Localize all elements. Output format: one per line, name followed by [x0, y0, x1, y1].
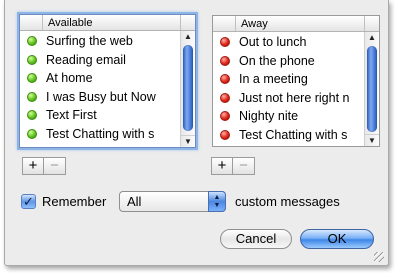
custom-messages-label: custom messages [235, 194, 340, 209]
scroll-down-arrow-icon[interactable]: ▼ [365, 134, 379, 146]
remember-checkbox[interactable]: ✓ [21, 194, 36, 209]
available-list[interactable]: Available Surfing the web Reading email At… [19, 14, 196, 148]
scroll-down-arrow-icon[interactable]: ▼ [181, 135, 195, 147]
available-status-dot-icon [27, 54, 37, 65]
available-scroll-thumb[interactable] [183, 45, 193, 131]
available-status-dot-icon [27, 110, 37, 120]
remove-away-button[interactable]: − [233, 157, 255, 175]
away-list-header: Away [213, 16, 379, 32]
list-item-label: I was Busy but Now [46, 89, 156, 104]
list-item-label: Just not here right n [239, 90, 350, 105]
away-rows: Out to lunch On the phone In a meeting Just… [213, 33, 364, 144]
remember-row: ✓ Remember All ▲ ▼ custom messages [21, 191, 381, 213]
list-item[interactable]: In a meeting [213, 70, 364, 89]
list-item-label: Test Chatting with s [239, 127, 348, 142]
list-item-label: Out to lunch [239, 35, 307, 49]
resize-grip-icon[interactable] [374, 252, 384, 262]
away-status-dot-icon [220, 111, 230, 121]
add-available-button[interactable]: + [22, 157, 44, 175]
available-status-dot-icon [27, 128, 37, 139]
available-list-header: Available [20, 15, 195, 31]
cancel-button[interactable]: Cancel [220, 229, 292, 249]
status-column-header[interactable] [213, 16, 236, 31]
list-item[interactable]: Surfing the web [20, 32, 180, 51]
add-away-button[interactable]: + [211, 157, 233, 175]
away-status-dot-icon [220, 92, 230, 103]
remember-count-popup[interactable]: All ▲ ▼ [119, 191, 226, 212]
header-corner [364, 16, 379, 31]
ok-button[interactable]: OK [300, 229, 374, 249]
list-item[interactable]: Test Chatting with s [213, 126, 364, 145]
list-item[interactable]: Text First [20, 106, 180, 125]
available-rows: Surfing the web Reading email At home I was… [20, 32, 180, 143]
away-scroll-thumb[interactable] [367, 46, 377, 132]
away-status-dot-icon [220, 37, 230, 47]
header-corner [180, 15, 195, 30]
status-column-header[interactable] [20, 15, 43, 30]
away-scrollbar[interactable]: ▲ ▲ ▼ [364, 32, 379, 146]
available-status-dot-icon [27, 73, 37, 83]
away-column-title[interactable]: Away [241, 16, 268, 32]
popup-arrows-icon: ▲ ▼ [208, 191, 226, 212]
list-item-label: In a meeting [239, 72, 308, 86]
list-item-label: Text First [46, 108, 97, 122]
away-list[interactable]: Away Out to lunch On the phone In a meetin… [212, 15, 380, 147]
scroll-up-arrow-icon[interactable]: ▲ [181, 31, 195, 43]
remember-label[interactable]: Remember [42, 193, 106, 211]
scroll-up-arrow-icon[interactable]: ▲ [365, 32, 379, 44]
away-status-dot-icon [220, 55, 230, 66]
available-status-dot-icon [27, 91, 37, 102]
available-column-title[interactable]: Available [48, 15, 92, 31]
list-item-label: At home [46, 71, 93, 85]
remove-available-button[interactable]: − [44, 157, 66, 175]
custom-messages-sheet: Available Surfing the web Reading email At… [4, 0, 389, 266]
list-item[interactable]: Test Chatting with s [20, 125, 180, 144]
list-item-label: Nighty nite [239, 109, 299, 123]
away-status-dot-icon [220, 129, 230, 140]
popup-selected-value: All [127, 194, 142, 209]
list-item[interactable]: Just not here right n [213, 89, 364, 108]
list-item-label: Reading email [46, 52, 126, 67]
available-scrollbar[interactable]: ▲ ▲ ▼ [180, 31, 195, 147]
list-item-label: On the phone [239, 53, 315, 68]
list-item[interactable]: Nighty nite [213, 107, 364, 126]
list-item-label: Test Chatting with s [46, 126, 155, 141]
list-item-label: Surfing the web [46, 34, 133, 48]
list-item[interactable]: I was Busy but Now [20, 88, 180, 107]
list-item[interactable]: On the phone [213, 52, 364, 71]
list-item[interactable]: At home [20, 69, 180, 88]
list-item[interactable]: Reading email [20, 51, 180, 70]
away-status-dot-icon [220, 74, 230, 84]
available-add-remove: + − [22, 157, 66, 175]
away-add-remove: + − [211, 157, 255, 175]
list-item[interactable]: Out to lunch [213, 33, 364, 52]
available-status-dot-icon [27, 36, 37, 46]
